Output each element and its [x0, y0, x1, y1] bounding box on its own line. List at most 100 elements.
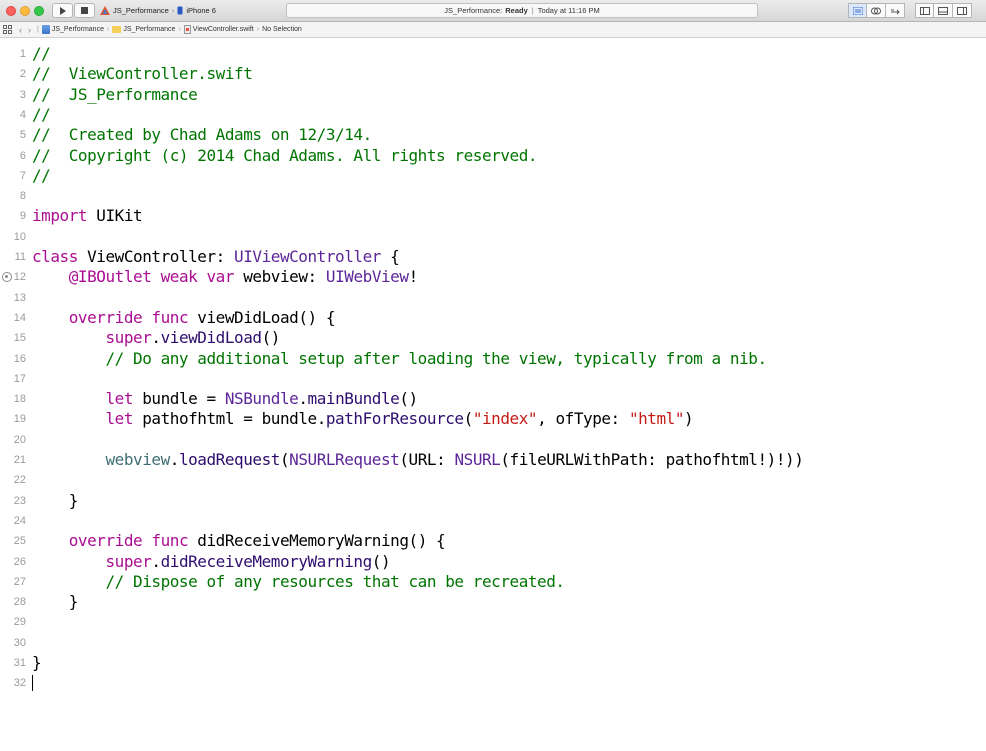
code-line[interactable]: 1 // — [0, 44, 986, 64]
code-line[interactable]: 21 webview.loadRequest(NSURLRequest(URL:… — [0, 450, 986, 470]
code-token: () — [399, 389, 418, 409]
code-token: . — [151, 551, 161, 571]
code-token: viewDidLoad — [160, 328, 262, 348]
code-token: } — [32, 490, 79, 510]
toggle-debug-area-button[interactable] — [934, 3, 953, 18]
code-token: let — [105, 389, 134, 409]
code-text: // — [32, 165, 51, 186]
line-number: 23 — [13, 494, 26, 507]
scheme-target-label: JS_Performance — [113, 6, 169, 15]
breadcrumb-symbol[interactable]: No Selection — [262, 26, 302, 33]
code-line[interactable]: 20 — [0, 430, 986, 450]
breadcrumb-project[interactable]: JS_Performance — [41, 25, 104, 34]
view-toggle-segment — [915, 3, 972, 18]
code-token: (fileURLWithPath: pathofhtml!)!)) — [500, 450, 804, 469]
line-number: 25 — [13, 535, 26, 548]
breadcrumb-file[interactable]: ViewController.swift — [183, 25, 254, 34]
code-line[interactable]: 27 // Dispose of any resources that can … — [0, 572, 986, 592]
code-line[interactable]: 25 override func didReceiveMemoryWarning… — [0, 531, 986, 551]
back-button[interactable]: ‹ — [19, 25, 22, 35]
code-line[interactable]: 19 let pathofhtml = bundle.pathForResour… — [0, 409, 986, 429]
code-line[interactable]: 24 — [0, 511, 986, 531]
code-token: viewDidLoad() { — [188, 307, 336, 327]
code-line[interactable]: 9 import UIKit — [0, 206, 986, 226]
code-line[interactable]: 3 // JS_Performance — [0, 85, 986, 105]
forward-button[interactable]: › — [28, 25, 31, 35]
app-icon — [100, 6, 110, 15]
code-line[interactable]: 13 — [0, 288, 986, 308]
code-token: mainBundle — [307, 389, 400, 409]
version-editor-button[interactable] — [886, 3, 905, 18]
code-line[interactable]: 23 } — [0, 491, 986, 511]
scheme-selector[interactable]: JS_Performance › iPhone 6 — [96, 3, 220, 18]
code-token: // — [32, 165, 51, 185]
code-line[interactable]: 11 class ViewController: UIViewController… — [0, 247, 986, 267]
line-number: 14 — [13, 311, 26, 324]
code-token: webview — [105, 450, 170, 469]
version-editor-icon — [891, 9, 900, 14]
code-line[interactable]: 15 super.viewDidLoad() — [0, 328, 986, 348]
run-button[interactable] — [52, 3, 73, 18]
line-number: 21 — [13, 454, 26, 466]
code-line[interactable]: 17 — [0, 369, 986, 389]
code-line[interactable]: 30 — [0, 633, 986, 653]
code-line[interactable]: 6 // Copyright (c) 2014 Chad Adams. All r… — [0, 146, 986, 166]
code-line[interactable]: 10 — [0, 227, 986, 247]
breadcrumb-file-label: ViewController.swift — [192, 26, 254, 33]
code-line[interactable]: 28 } — [0, 592, 986, 612]
code-line[interactable]: 18 let bundle = NSBundle.mainBundle() — [0, 389, 986, 409]
source-editor[interactable]: 1 // 2 // ViewController.swift 3 // JS_Perfor… — [0, 38, 986, 751]
line-number: 22 — [13, 474, 26, 487]
line-number: 18 — [13, 393, 26, 406]
assistant-editor-button[interactable] — [867, 3, 886, 18]
code-token: didReceiveMemoryWarning() { — [188, 531, 446, 551]
line-number: 5 — [19, 129, 26, 142]
line-number: 1 — [19, 48, 26, 60]
code-token: override — [68, 307, 143, 327]
code-text: override func viewDidLoad() { — [32, 307, 336, 328]
code-line[interactable]: 8 — [0, 186, 986, 206]
related-items-button[interactable] — [3, 25, 12, 34]
line-number: 8 — [19, 190, 26, 203]
code-line[interactable]: 12 @IBOutlet weak var webview: UIWebView… — [0, 267, 986, 287]
code-token: "html" — [628, 409, 685, 429]
code-line[interactable]: 2 // ViewController.swift — [0, 64, 986, 84]
code-text: // Dispose of any resources that can be … — [32, 572, 565, 592]
status-state: Ready — [505, 6, 528, 15]
code-line[interactable]: 32 — [0, 673, 986, 693]
code-line[interactable]: 22 — [0, 470, 986, 490]
code-line[interactable]: 31} — [0, 653, 986, 673]
code-line[interactable]: 29 — [0, 612, 986, 632]
code-token: , ofType: — [537, 409, 629, 429]
code-text: // JS_Performance — [32, 85, 198, 105]
code-token: weak — [160, 267, 198, 287]
scheme-device-label: iPhone 6 — [186, 6, 216, 15]
close-window-button[interactable] — [6, 6, 16, 16]
toggle-utilities-button[interactable] — [953, 3, 972, 18]
zoom-window-button[interactable] — [34, 6, 44, 16]
code-token: { — [380, 247, 400, 266]
stop-button[interactable] — [74, 3, 95, 18]
breadcrumb-symbol-label: No Selection — [262, 26, 302, 33]
code-line[interactable]: 14 override func viewDidLoad() { — [0, 308, 986, 328]
line-number: 11 — [14, 251, 26, 263]
code-line[interactable]: 26 super.didReceiveMemoryWarning() — [0, 552, 986, 572]
code-line[interactable]: 7 // — [0, 166, 986, 186]
standard-editor-button[interactable] — [848, 3, 867, 18]
code-line[interactable]: 4 // — [0, 105, 986, 125]
minimize-window-button[interactable] — [20, 6, 30, 16]
status-project: JS_Performance: — [444, 6, 503, 15]
code-text: // Copyright (c) 2014 Chad Adams. All ri… — [32, 146, 538, 166]
toggle-navigator-button[interactable] — [915, 3, 934, 18]
breadcrumb-group[interactable]: JS_Performance — [112, 26, 175, 33]
stop-icon — [81, 7, 88, 14]
code-line[interactable]: 5 // Created by Chad Adams on 12/3/14. — [0, 125, 986, 145]
code-line[interactable]: 16 // Do any additional setup after load… — [0, 349, 986, 369]
code-token: func — [151, 531, 189, 551]
code-token: NSURL — [454, 450, 501, 469]
